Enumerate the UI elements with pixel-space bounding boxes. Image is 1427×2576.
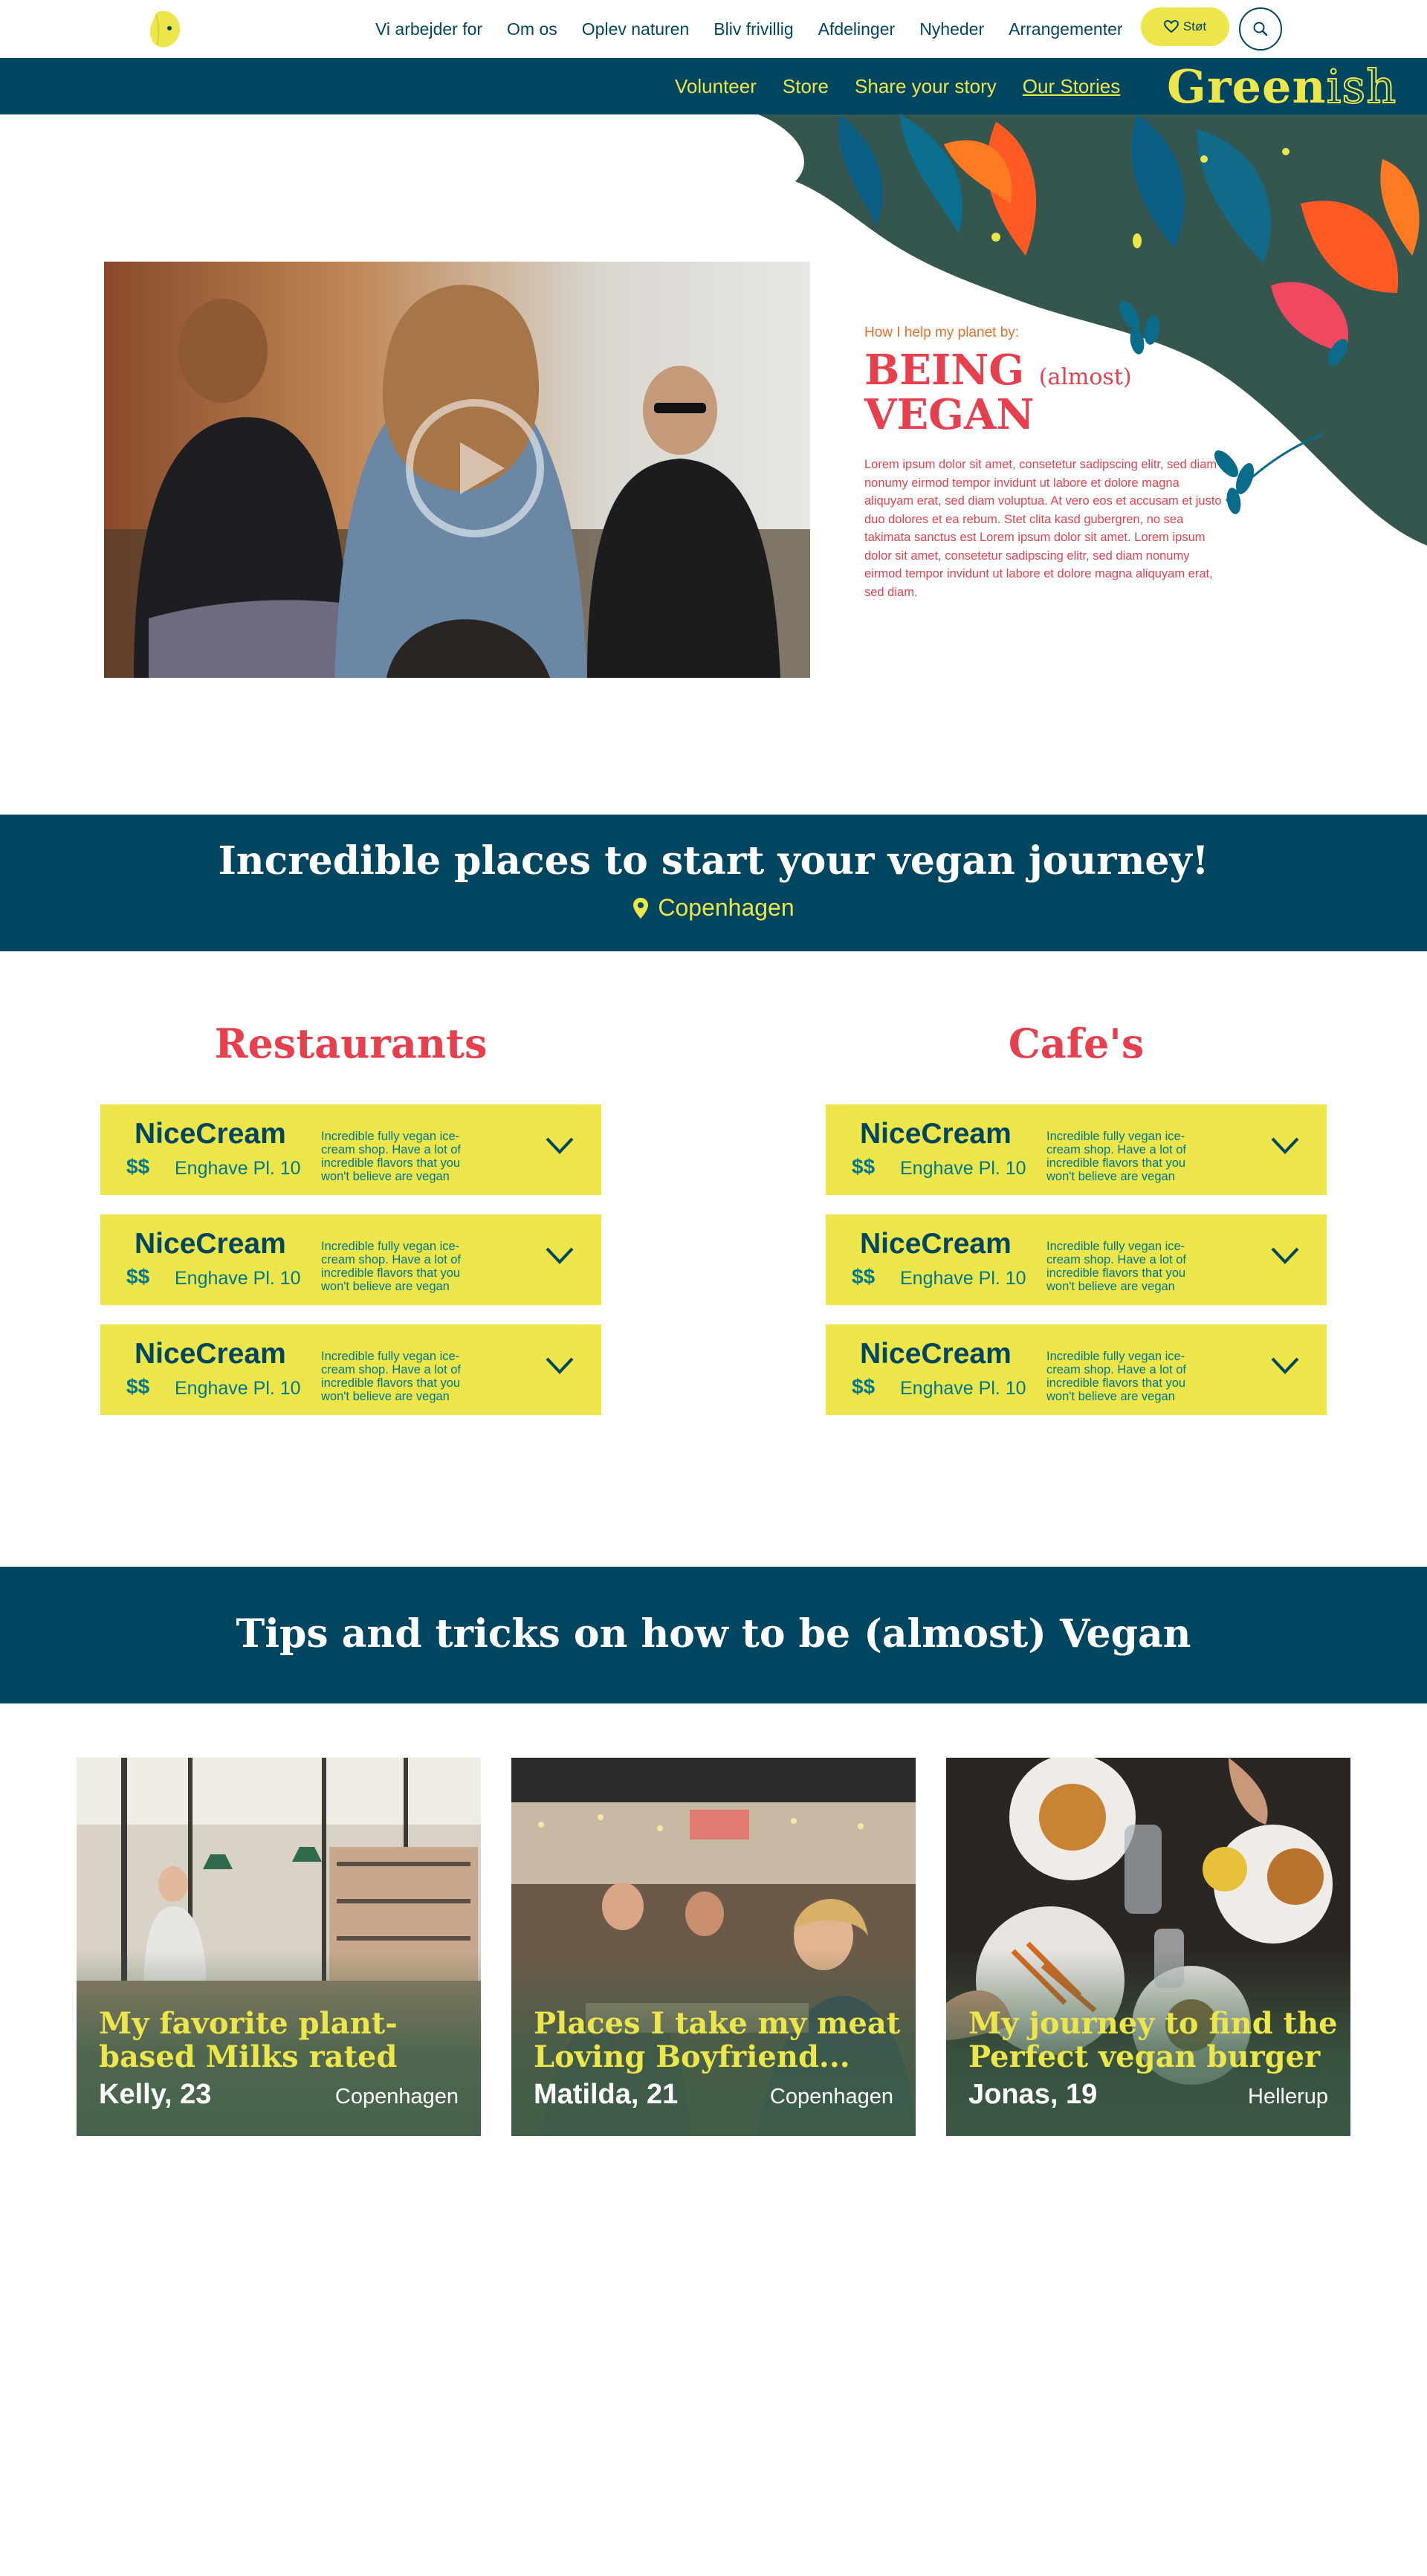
cafe-card[interactable]: NiceCream $$ Enghave Pl. 10 Incredible f… xyxy=(826,1214,1327,1305)
top-navigation: Vi arbejder for Om os Oplev naturen Bliv… xyxy=(0,0,1427,58)
place-description: Incredible fully vegan ice-cream shop. H… xyxy=(321,1130,462,1183)
place-description: Incredible fully vegan ice-cream shop. H… xyxy=(1046,1350,1187,1403)
place-price: $$ xyxy=(126,1155,150,1178)
story-card[interactable]: Places I take my meat Loving Boyfriend..… xyxy=(511,1758,916,2136)
menu-item-vi-arbejder-for[interactable]: Vi arbejder for xyxy=(375,19,482,39)
brand-main: Green xyxy=(1167,59,1327,114)
tips-heading: Tips and tricks on how to be (almost) Ve… xyxy=(236,1611,1191,1657)
sub-menu-volunteer[interactable]: Volunteer xyxy=(675,75,757,98)
story-title: My favorite plant-based Milks rated xyxy=(99,2006,398,2074)
place-price: $$ xyxy=(852,1375,876,1398)
place-description: Incredible fully vegan ice-cream shop. H… xyxy=(321,1240,462,1293)
sub-menu-our-stories[interactable]: Our Stories xyxy=(1023,75,1121,98)
menu-item-nyheder[interactable]: Nyheder xyxy=(919,19,984,39)
place-price: $$ xyxy=(852,1265,876,1288)
place-price: $$ xyxy=(126,1375,150,1398)
place-name: NiceCream xyxy=(860,1338,1012,1370)
place-address: Enghave Pl. 10 xyxy=(175,1158,301,1179)
story-author: Kelly, 23 xyxy=(99,2079,212,2110)
chevron-down-icon[interactable] xyxy=(1270,1136,1300,1155)
place-name: NiceCream xyxy=(860,1118,1012,1150)
hero-title-aside: (almost) xyxy=(1038,364,1132,390)
sub-menu: Volunteer Store Share your story Our Sto… xyxy=(675,58,1146,114)
chevron-down-icon[interactable] xyxy=(545,1136,575,1155)
cafe-card[interactable]: NiceCream $$ Enghave Pl. 10 Incredible f… xyxy=(826,1104,1327,1195)
place-address: Enghave Pl. 10 xyxy=(900,1158,1026,1179)
places-heading: Incredible places to start your vegan jo… xyxy=(218,838,1209,884)
restaurant-card[interactable]: NiceCream $$ Enghave Pl. 10 Incredible f… xyxy=(100,1214,601,1305)
support-button[interactable]: Støt xyxy=(1141,7,1229,46)
place-description: Incredible fully vegan ice-cream shop. H… xyxy=(1046,1240,1187,1293)
logo-leaf-icon[interactable] xyxy=(147,7,183,51)
place-name: NiceCream xyxy=(135,1118,286,1150)
story-title: My journey to find the Perfect vegan bur… xyxy=(968,2006,1338,2074)
menu-item-arrangementer[interactable]: Arrangementer xyxy=(1009,19,1122,39)
brand-suffix: ish xyxy=(1326,59,1397,114)
story-card[interactable]: My favorite plant-based Milks rated Kell… xyxy=(77,1758,481,2136)
menu-item-afdelinger[interactable]: Afdelinger xyxy=(818,19,896,39)
location-text: Copenhagen xyxy=(658,894,795,921)
story-title: Places I take my meat Loving Boyfriend..… xyxy=(534,2006,901,2074)
search-icon xyxy=(1253,22,1268,36)
chevron-down-icon[interactable] xyxy=(1270,1356,1300,1375)
chevron-down-icon[interactable] xyxy=(545,1246,575,1265)
brand-wordmark[interactable]: Green ish xyxy=(1167,58,1397,114)
place-address: Enghave Pl. 10 xyxy=(900,1268,1026,1289)
menu-item-bliv-frivillig[interactable]: Bliv frivillig xyxy=(714,19,793,39)
location-label: Copenhagen xyxy=(0,894,1427,922)
place-name: NiceCream xyxy=(135,1228,286,1260)
restaurant-card[interactable]: NiceCream $$ Enghave Pl. 10 Incredible f… xyxy=(100,1324,601,1415)
place-price: $$ xyxy=(126,1265,150,1288)
chevron-down-icon[interactable] xyxy=(1270,1246,1300,1265)
story-location: Hellerup xyxy=(1248,2085,1328,2109)
video-player[interactable] xyxy=(104,262,810,678)
place-address: Enghave Pl. 10 xyxy=(900,1378,1026,1399)
story-author: Matilda, 21 xyxy=(534,2079,679,2110)
sub-menu-share-your-story[interactable]: Share your story xyxy=(855,75,997,98)
place-description: Incredible fully vegan ice-cream shop. H… xyxy=(1046,1130,1187,1183)
story-location: Copenhagen xyxy=(769,2085,893,2109)
support-label: Støt xyxy=(1182,19,1207,33)
place-price: $$ xyxy=(852,1155,876,1178)
menu-item-oplev-naturen[interactable]: Oplev naturen xyxy=(582,19,689,39)
cafes-title: Cafe's xyxy=(1008,1020,1145,1067)
menu-item-om-os[interactable]: Om os xyxy=(507,19,557,39)
sub-navigation: Volunteer Store Share your story Our Sto… xyxy=(0,58,1427,114)
search-button[interactable] xyxy=(1239,7,1282,51)
hero-title: BEING (almost) VEGAN xyxy=(864,349,1229,436)
restaurant-card[interactable]: NiceCream $$ Enghave Pl. 10 Incredible f… xyxy=(100,1104,601,1195)
story-card[interactable]: My journey to find the Perfect vegan bur… xyxy=(946,1758,1350,2136)
sub-menu-store[interactable]: Store xyxy=(783,75,829,98)
cafe-card[interactable]: NiceCream $$ Enghave Pl. 10 Incredible f… xyxy=(826,1324,1327,1415)
main-menu: Vi arbejder for Om os Oplev naturen Bliv… xyxy=(375,0,1148,58)
place-address: Enghave Pl. 10 xyxy=(175,1268,301,1289)
place-description: Incredible fully vegan ice-cream shop. H… xyxy=(321,1350,462,1403)
hero-title-line2: VEGAN xyxy=(864,390,1035,439)
place-address: Enghave Pl. 10 xyxy=(175,1378,301,1399)
hero-body: Lorem ipsum dolor sit amet, consetetur s… xyxy=(864,458,1222,599)
story-location: Copenhagen xyxy=(334,2085,459,2109)
restaurants-title: Restaurants xyxy=(214,1020,488,1067)
hero-kicker: How I help my planet by: xyxy=(864,325,1020,340)
places-banner: Incredible places to start your vegan jo… xyxy=(0,815,1427,951)
chevron-down-icon[interactable] xyxy=(545,1356,575,1375)
story-author: Jonas, 19 xyxy=(968,2079,1098,2110)
place-name: NiceCream xyxy=(135,1338,286,1370)
tips-banner: Tips and tricks on how to be (almost) Ve… xyxy=(0,1567,1427,1703)
place-name: NiceCream xyxy=(860,1228,1012,1260)
hero-text: How I help my planet by: BEING (almost) … xyxy=(864,325,1229,601)
map-pin-icon xyxy=(633,897,649,919)
play-icon[interactable] xyxy=(404,398,546,539)
heart-icon xyxy=(1163,20,1179,33)
hero-title-line1: BEING xyxy=(864,346,1025,395)
